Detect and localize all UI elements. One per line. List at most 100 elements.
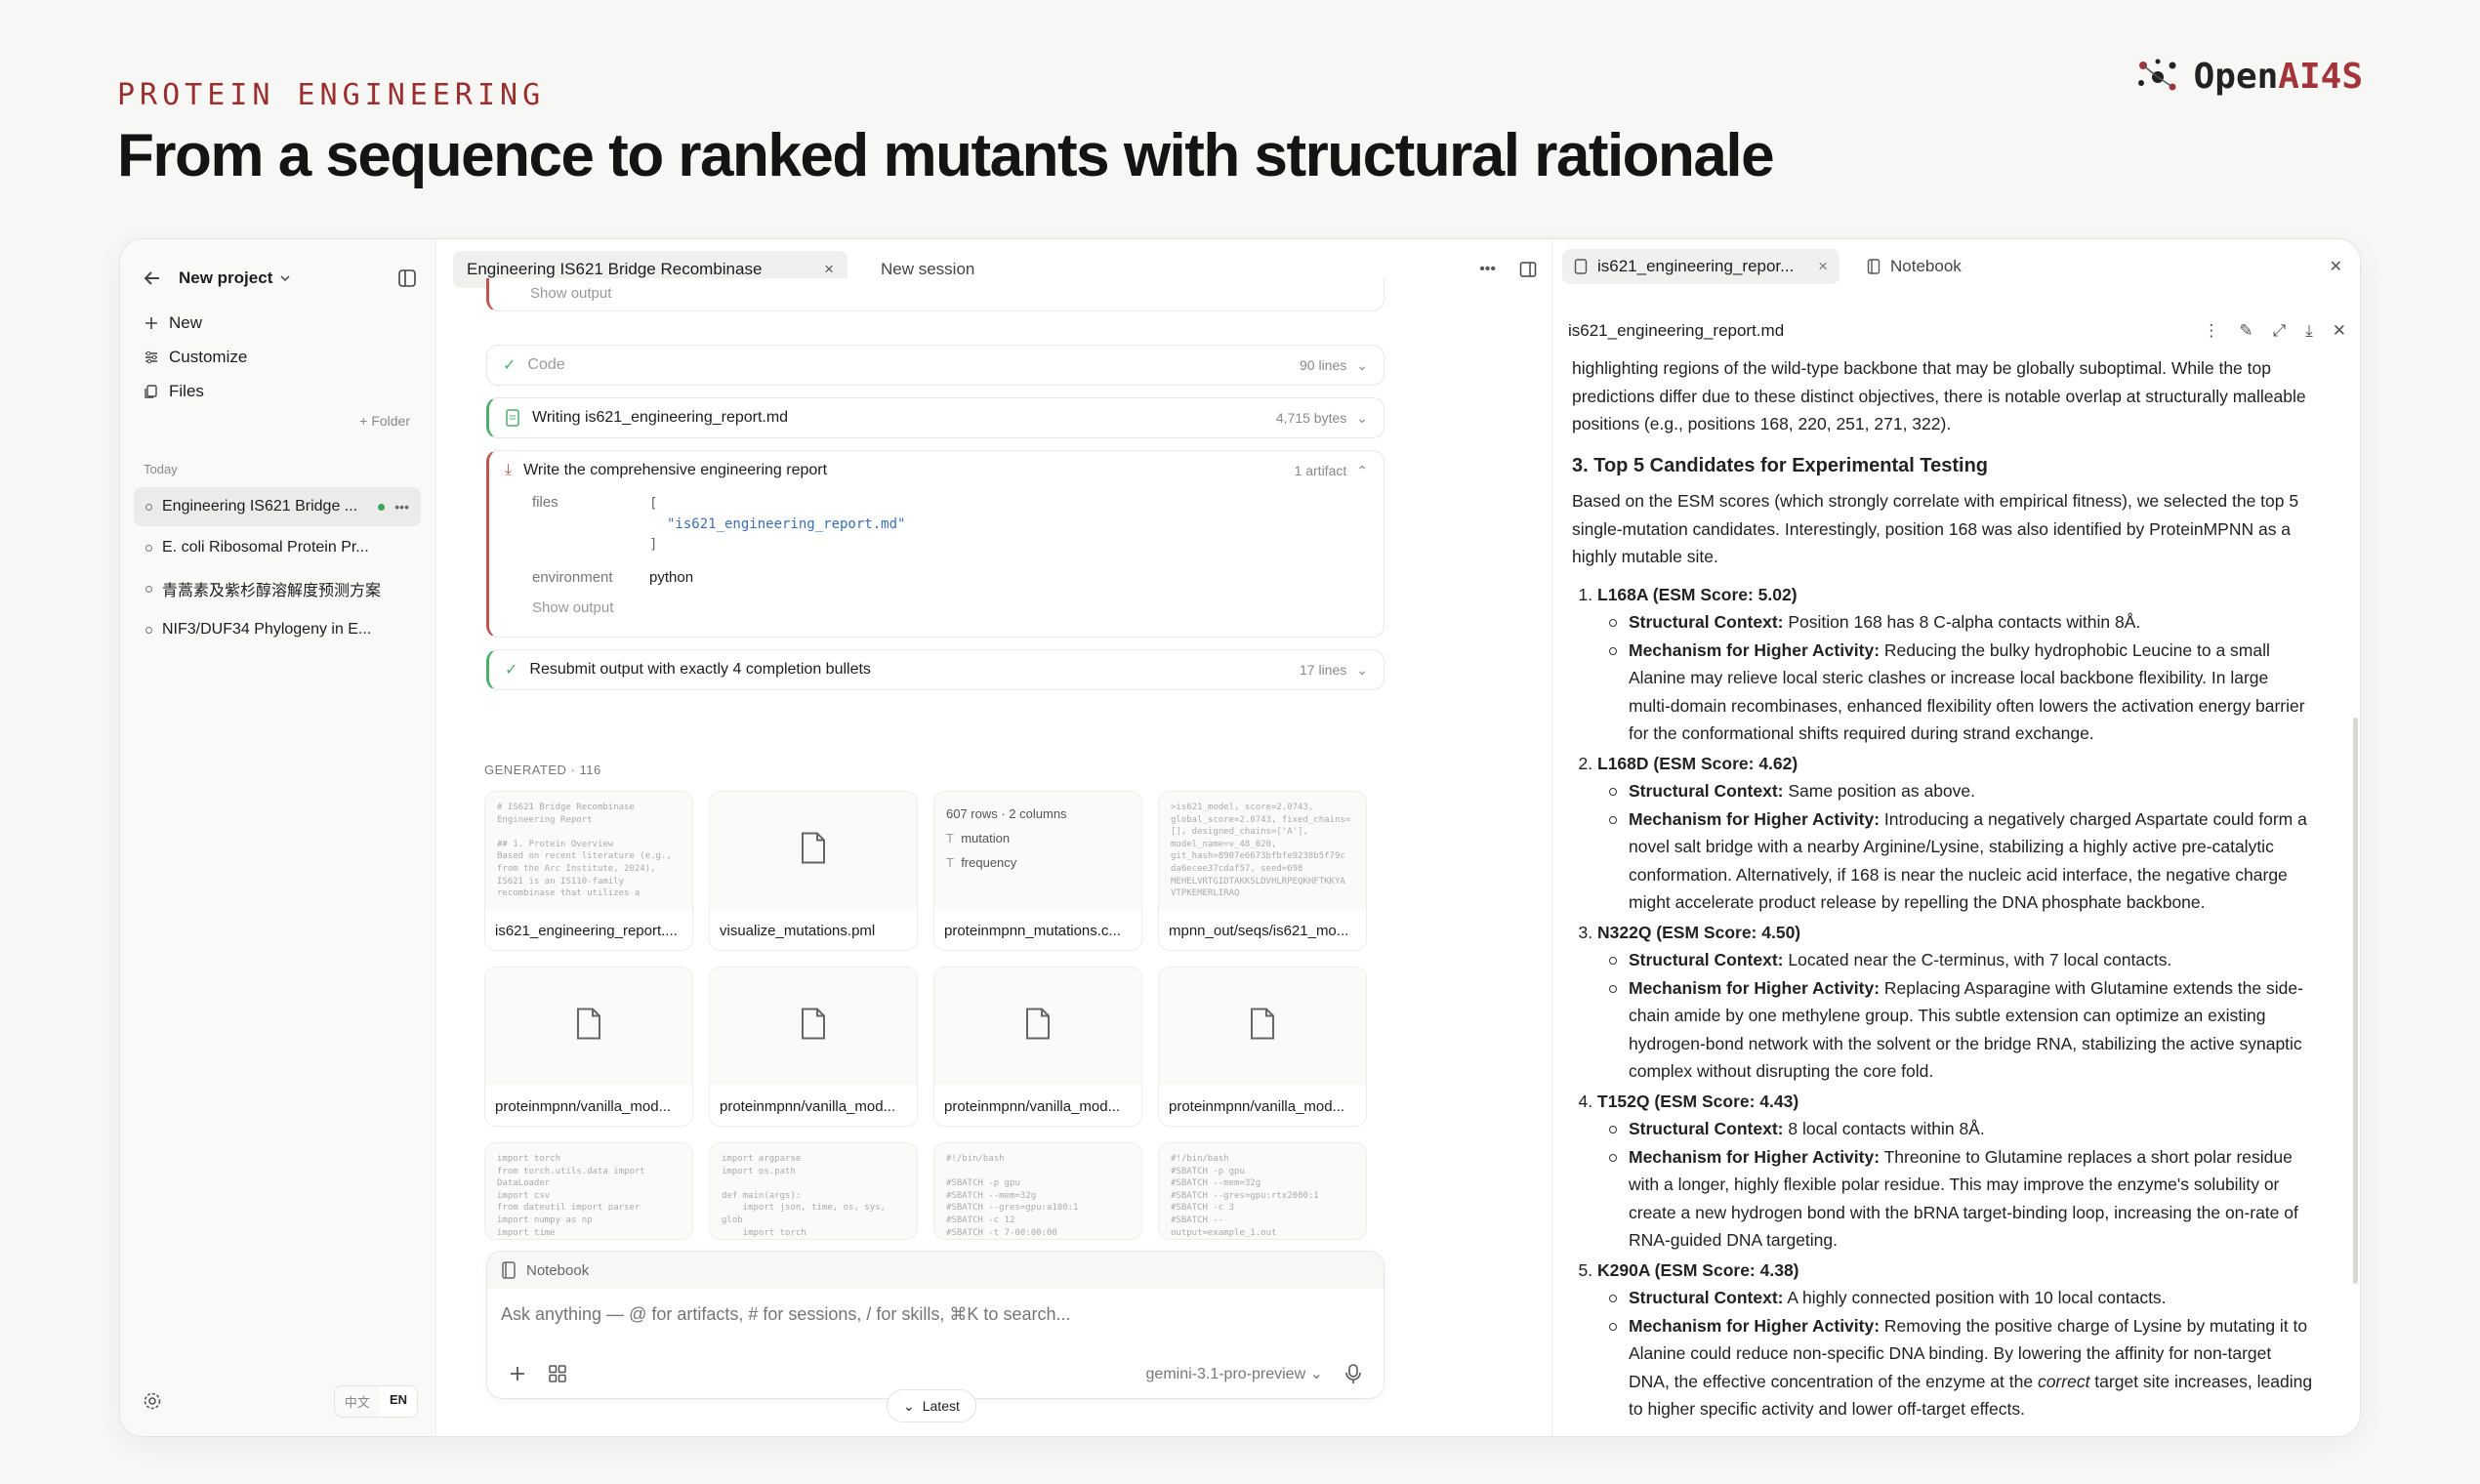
mechanism: Mechanism for Higher Activity: Replacing…	[1603, 974, 2314, 1086]
plus-icon	[144, 315, 159, 331]
paragraph: Based on the ESM scores (which strongly …	[1572, 491, 2299, 566]
artifact-tile[interactable]: #!/bin/bash #SBATCH -p gpu #SBATCH --mem…	[1158, 1142, 1367, 1240]
expand-icon[interactable]: ⤢	[2273, 321, 2287, 341]
close-tab-icon[interactable]: ×	[824, 260, 834, 279]
notebook-bar[interactable]: Notebook	[487, 1252, 1384, 1289]
chat-input[interactable]	[487, 1304, 1384, 1325]
chat-composer: Notebook gemini-3.1-pro-preview ⌄	[486, 1251, 1385, 1399]
running-status-icon	[378, 503, 386, 511]
grid-apps-icon[interactable]	[548, 1364, 567, 1383]
artifact-preview: # IS621 Bridge Recombinase Engineering R…	[497, 803, 672, 899]
mechanism: Mechanism for Higher Activity: Introduci…	[1603, 805, 2314, 917]
paragraph: highlighting regions of the wild-type ba…	[1572, 358, 2306, 433]
section-heading: 3. Top 5 Candidates for Experimental Tes…	[1572, 454, 1989, 476]
project-title[interactable]: New project	[179, 268, 272, 288]
file-title: is621_engineering_report.md	[1568, 321, 1785, 340]
artifact-tile[interactable]: #!/bin/bash #SBATCH -p gpu #SBATCH --mem…	[933, 1142, 1142, 1240]
settings-gear-icon[interactable]	[142, 1390, 163, 1412]
artifact-tile[interactable]: proteinmpnn/vanilla_mod...	[709, 967, 918, 1127]
tab-report-file[interactable]: is621_engineering_repor... ×	[1562, 249, 1839, 284]
lang-en[interactable]: EN	[379, 1385, 417, 1417]
artifact-tile[interactable]: # IS621 Bridge Recombinase Engineering R…	[484, 791, 693, 951]
sidebar-toggle-icon[interactable]	[396, 268, 418, 289]
add-folder-button[interactable]: + Folder	[359, 413, 410, 429]
generated-count: GENERATED · 116	[484, 763, 601, 777]
candidate-item: K290A (ESM Score: 4.38) Structural Conte…	[1597, 1257, 2314, 1423]
files-open-bracket: [	[649, 496, 658, 512]
download-icon[interactable]: ⤓	[2305, 321, 2313, 341]
session-dot-icon	[145, 626, 152, 634]
session-item[interactable]: E. coli Ribosomal Protein Pr...	[134, 528, 421, 567]
artifact-tile[interactable]: visualize_mutations.pml	[709, 791, 918, 951]
file-icon	[575, 1008, 602, 1046]
file-icon	[800, 1008, 827, 1046]
step-write-report: ⤓ Write the comprehensive engineering rep…	[486, 450, 1385, 638]
jump-to-latest-button[interactable]: ⌄ Latest	[887, 1389, 976, 1422]
files-icon	[144, 384, 159, 399]
text-type-icon: T	[946, 855, 954, 870]
more-options-icon[interactable]: •••	[1479, 261, 1496, 278]
text-type-icon: T	[946, 831, 954, 845]
mechanism: Mechanism for Higher Activity: Reducing …	[1603, 637, 2314, 748]
file-icon	[1249, 1008, 1276, 1046]
chevron-up-icon: ⌃	[1356, 462, 1368, 478]
menu-item-new[interactable]: New	[144, 306, 247, 340]
scrollbar[interactable]	[2353, 718, 2358, 1284]
edit-icon[interactable]: ✎	[2239, 321, 2253, 341]
artifact-tile[interactable]: proteinmpnn/vanilla_mod...	[1158, 967, 1367, 1127]
more-options-icon[interactable]: •••	[394, 499, 409, 515]
back-arrow-icon[interactable]	[142, 268, 163, 289]
split-view-icon[interactable]	[1519, 261, 1537, 278]
artifact-preview: #!/bin/bash #SBATCH -p gpu #SBATCH --mem…	[1171, 1154, 1319, 1238]
csv-rows-info: 607 rows · 2 columns	[946, 806, 1067, 821]
structural-context: Structural Context: Same position as abo…	[1603, 777, 2314, 805]
structural-context: Structural Context: Located near the C-t…	[1603, 946, 2314, 974]
artifact-tile[interactable]: 607 rows · 2 columns T mutation T frequenc…	[933, 791, 1142, 951]
structural-context: Structural Context: 8 local contacts wit…	[1603, 1115, 2314, 1143]
tab-notebook[interactable]: Notebook	[1855, 249, 1973, 284]
session-item[interactable]: NIF3/DUF34 Phylogeny in E...	[134, 610, 421, 649]
step-writing-file[interactable]: Writing is621_engineering_report.md 4,715…	[486, 397, 1385, 438]
candidate-list: L168A (ESM Score: 5.02) Structural Conte…	[1572, 581, 2314, 1423]
microphone-icon[interactable]	[1344, 1363, 1362, 1384]
notebook-icon	[501, 1261, 517, 1279]
file-icon	[800, 832, 827, 870]
close-tab-icon[interactable]: ×	[1818, 257, 1828, 276]
structural-context: Structural Context: Position 168 has 8 C…	[1603, 608, 2314, 637]
artifact-tile[interactable]: import argparse import os.path def main(…	[709, 1142, 918, 1240]
lang-zh[interactable]: 中文	[335, 1386, 380, 1417]
language-toggle[interactable]: 中文 EN	[333, 1384, 418, 1418]
close-panel-icon[interactable]: ✕	[2330, 257, 2342, 276]
brand-open: Open	[2193, 57, 2279, 97]
page-headline: From a sequence to ranked mutants with s…	[117, 122, 1775, 189]
artifact-tile[interactable]: proteinmpnn/vanilla_mod...	[484, 967, 693, 1127]
artifact-tile[interactable]: >is621_model, score=2.0743, global_score…	[1158, 791, 1367, 951]
artifact-preview: #!/bin/bash #SBATCH -p gpu #SBATCH --mem…	[946, 1154, 1079, 1238]
chevron-down-icon: ⌄	[1356, 356, 1368, 373]
sidebar: New project New Customize Files + Folder…	[120, 239, 436, 1436]
chevron-down-icon[interactable]	[278, 271, 292, 285]
menu-item-customize[interactable]: Customize	[144, 340, 247, 374]
step-header[interactable]: ⤓ Write the comprehensive engineering rep…	[489, 451, 1384, 490]
csv-column: T mutation	[946, 831, 1011, 845]
menu-item-files[interactable]: Files	[144, 374, 247, 408]
show-output-link[interactable]: Show output	[532, 599, 649, 616]
artifact-tile[interactable]: import torch from torch.utils.data impor…	[484, 1142, 693, 1240]
close-icon[interactable]: ✕	[2333, 321, 2346, 341]
session-item-active[interactable]: Engineering IS621 Bridge ... •••	[134, 487, 421, 526]
add-icon[interactable]	[509, 1365, 526, 1382]
session-item[interactable]: 青蒿素及紫杉醇溶解度预测方案	[134, 569, 421, 608]
mechanism: Mechanism for Higher Activity: Removing …	[1603, 1312, 2314, 1423]
document-icon	[505, 409, 520, 427]
download-icon: ⤓	[505, 462, 513, 478]
step-resubmit[interactable]: ✓ Resubmit output with exactly 4 completi…	[486, 649, 1385, 690]
notebook-icon	[1867, 259, 1881, 274]
model-selector[interactable]: gemini-3.1-pro-preview ⌄	[1146, 1364, 1323, 1383]
artifact-tile[interactable]: proteinmpnn/vanilla_mod...	[933, 967, 1142, 1127]
artifact-preview: import torch from torch.utils.data impor…	[497, 1154, 645, 1238]
document-icon	[1574, 259, 1588, 274]
show-output-link[interactable]: Show output	[530, 285, 611, 302]
more-vertical-icon[interactable]: ⋮	[2203, 321, 2219, 341]
step-code[interactable]: ✓ Code 90 lines ⌄	[486, 345, 1385, 386]
mechanism: Mechanism for Higher Activity: Threonine…	[1603, 1143, 2314, 1255]
